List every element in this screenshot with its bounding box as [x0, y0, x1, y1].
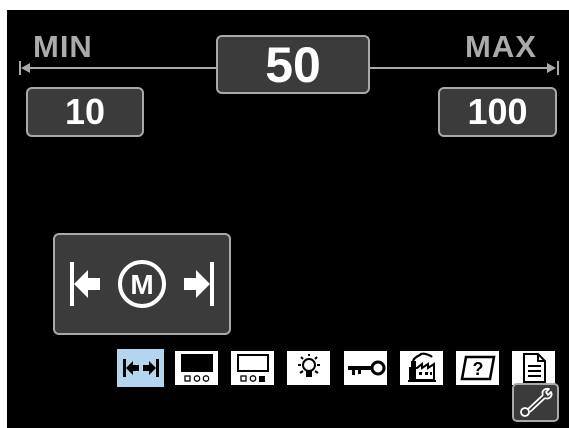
toolbar-document[interactable]	[510, 349, 557, 387]
display-layout-squares-icon	[236, 354, 269, 382]
current-value[interactable]: 50	[216, 35, 370, 94]
display-layout-circles-icon	[180, 354, 213, 382]
range-line-left	[27, 67, 217, 69]
range-end-tick	[557, 61, 559, 75]
toolbar-motor-limits[interactable]	[117, 349, 164, 387]
toolbar-key-lock[interactable]	[342, 349, 389, 387]
range-right-arrow-icon	[547, 63, 556, 73]
toolbar-factory-reset[interactable]	[398, 349, 445, 387]
help-screen-icon: ?	[460, 355, 495, 381]
toolbar-brightness[interactable]	[285, 349, 332, 387]
toolbar-display-layout-1[interactable]	[173, 349, 220, 387]
key-lock-icon	[347, 360, 385, 376]
min-label: MIN	[33, 29, 93, 64]
feature-panel[interactable]: M	[53, 233, 231, 335]
range-line-right	[369, 67, 547, 69]
factory-reset-icon	[407, 352, 436, 382]
help-glyph: ?	[472, 359, 483, 379]
max-value[interactable]: 100	[438, 87, 557, 137]
motor-limits-icon	[122, 359, 159, 377]
settings-button[interactable]	[512, 383, 559, 422]
toolbar-help[interactable]: ?	[454, 349, 501, 387]
screen: MIN MAX 50 10 100 M ?	[7, 10, 569, 428]
max-label: MAX	[465, 29, 537, 64]
motor-limits-icon: M	[70, 260, 214, 308]
wrench-icon	[519, 387, 552, 417]
toolbar-display-layout-2[interactable]	[229, 349, 276, 387]
min-value[interactable]: 10	[26, 87, 144, 137]
document-icon	[522, 353, 546, 383]
brightness-icon	[297, 354, 320, 377]
motor-glyph: M	[130, 269, 153, 300]
